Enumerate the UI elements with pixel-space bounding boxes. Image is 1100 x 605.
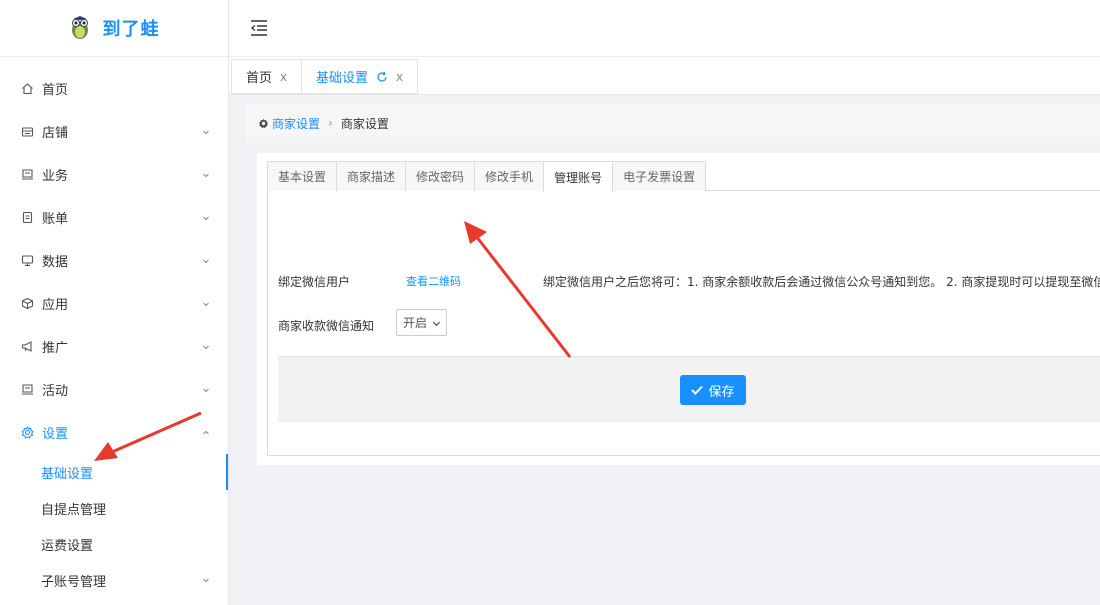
page-tab-bar: 首页 x 基础设置 x — [229, 57, 1100, 95]
main-content: 商家设置 › 商家设置 基本设置 商家描述 修改密码 修改手机 管理账号 电子发… — [229, 95, 1100, 605]
bill-icon — [20, 211, 34, 225]
bind-wechat-label: 绑定微信用户 — [278, 275, 351, 289]
sidebar-item-settings[interactable]: 设置 — [0, 411, 228, 454]
sidebar: 到了蛙 首页 店铺 业务 账单 数据 应用 推广 活动 设置 基础设置 自提点管… — [0, 0, 229, 605]
page-tab-label: 基础设置 — [316, 71, 369, 86]
sidebar-subitem-subaccounts[interactable]: 子账号管理 — [0, 562, 228, 598]
tab-change-password[interactable]: 修改密码 — [405, 161, 476, 191]
breadcrumb-link[interactable]: 商家设置 — [272, 115, 320, 132]
chevron-down-icon — [432, 321, 441, 327]
tab-manage-account[interactable]: 管理账号 — [543, 161, 614, 192]
app-icon — [20, 297, 34, 311]
chevron-down-icon — [203, 578, 209, 583]
breadcrumb-separator: › — [328, 116, 333, 130]
tab-change-phone[interactable]: 修改手机 — [474, 161, 545, 191]
sidebar-item-store[interactable]: 店铺 — [0, 110, 228, 153]
sidebar-item-app[interactable]: 应用 — [0, 282, 228, 325]
sidebar-item-label: 店铺 — [42, 126, 69, 141]
sidebar-item-label: 首页 — [42, 83, 69, 98]
menu-fold-icon[interactable] — [249, 19, 269, 37]
store-icon — [20, 125, 34, 139]
sidebar-item-label: 推广 — [42, 341, 69, 356]
sidebar-item-label: 设置 — [42, 427, 69, 442]
home-icon — [20, 82, 34, 96]
sidebar-subitem-pickup-points[interactable]: 自提点管理 — [0, 490, 228, 526]
form-footer: 保存 — [278, 356, 1100, 422]
sidebar-subitem-label: 子账号管理 — [41, 574, 107, 590]
sidebar-item-label: 应用 — [42, 298, 69, 313]
sidebar-subitem-shipping[interactable]: 运费设置 — [0, 526, 228, 562]
chevron-down-icon — [203, 130, 209, 134]
tab-basic-settings[interactable]: 基本设置 — [267, 161, 338, 191]
chevron-down-icon — [203, 259, 209, 263]
notify-label: 商家收款微信通知 — [278, 319, 375, 333]
sidebar-item-label: 业务 — [42, 169, 69, 184]
chevron-up-icon — [203, 430, 209, 434]
chevron-down-icon — [203, 388, 209, 392]
activity-icon — [20, 383, 34, 397]
sidebar-item-home[interactable]: 首页 — [0, 67, 228, 110]
data-icon — [20, 254, 34, 268]
breadcrumb: 商家设置 › 商家设置 — [246, 103, 1100, 143]
close-icon[interactable]: x — [280, 70, 287, 84]
chevron-down-icon — [203, 345, 209, 349]
sidebar-item-bill[interactable]: 账单 — [0, 196, 228, 239]
refresh-icon[interactable] — [376, 71, 388, 83]
settings-card: 基本设置 商家描述 修改密码 修改手机 管理账号 电子发票设置 绑定微信用户 查… — [257, 153, 1100, 465]
sidebar-menu: 首页 店铺 业务 账单 数据 应用 推广 活动 设置 基础设置 自提点管理 运费… — [0, 67, 228, 598]
notify-select[interactable]: 开启 — [396, 309, 447, 336]
sidebar-item-label: 活动 — [42, 384, 69, 399]
save-button-label: 保存 — [708, 384, 735, 400]
sidebar-item-promotion[interactable]: 推广 — [0, 325, 228, 368]
megaphone-icon — [20, 340, 34, 354]
save-button[interactable]: 保存 — [680, 375, 746, 405]
chevron-down-icon — [203, 173, 209, 177]
settings-tabs: 基本设置 商家描述 修改密码 修改手机 管理账号 电子发票设置 — [267, 161, 1100, 192]
page-tab-home[interactable]: 首页 x — [231, 59, 303, 94]
business-icon — [20, 168, 34, 182]
sidebar-subitem-basic-settings[interactable]: 基础设置 — [0, 454, 228, 490]
chevron-down-icon — [203, 216, 209, 220]
frog-logo-icon — [71, 16, 88, 39]
sidebar-item-activity[interactable]: 活动 — [0, 368, 228, 411]
tab-e-invoice-settings[interactable]: 电子发票设置 — [612, 161, 707, 191]
view-qr-code-link[interactable]: 查看二维码 — [406, 273, 461, 289]
sidebar-item-business[interactable]: 业务 — [0, 153, 228, 196]
notify-select-value: 开启 — [403, 316, 428, 330]
logo[interactable]: 到了蛙 — [0, 0, 228, 57]
sidebar-item-data[interactable]: 数据 — [0, 239, 228, 282]
app-name: 到了蛙 — [102, 19, 160, 40]
close-icon[interactable]: x — [396, 70, 403, 84]
gear-icon — [20, 426, 34, 440]
check-icon — [691, 385, 704, 395]
breadcrumb-current: 商家设置 — [340, 116, 389, 131]
chevron-down-icon — [203, 302, 209, 306]
sidebar-subitem-label: 基础设置 — [41, 466, 94, 482]
page-tab-basic-settings[interactable]: 基础设置 x — [301, 59, 419, 94]
tab-store-description[interactable]: 商家描述 — [336, 161, 407, 191]
sidebar-item-label: 数据 — [42, 255, 69, 270]
bind-description: 绑定微信用户之后您将可：1. 商家余额收款后会通过微信公众号通知到您。 2. 商… — [543, 275, 1100, 289]
page-tab-label: 首页 — [246, 71, 273, 86]
sidebar-item-label: 账单 — [42, 212, 69, 227]
sidebar-subitem-label: 自提点管理 — [41, 502, 107, 518]
sidebar-subitem-label: 运费设置 — [41, 538, 94, 554]
top-header — [229, 0, 1100, 57]
gear-icon — [258, 118, 269, 128]
